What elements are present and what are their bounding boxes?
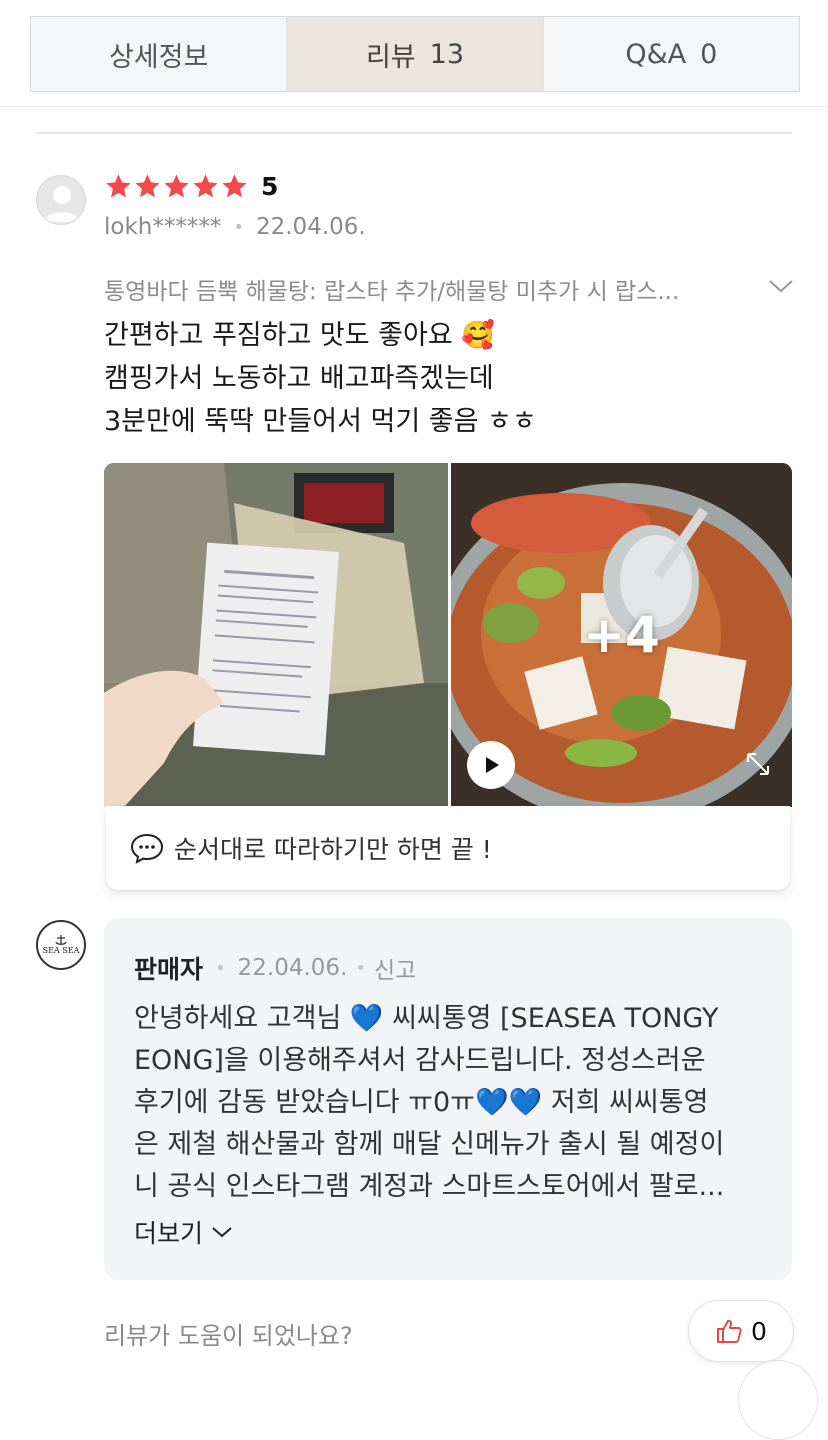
divider	[36, 132, 792, 134]
helpful-question: 리뷰가 도움이 되었나요?	[104, 1322, 353, 1350]
tab-qna[interactable]: Q&A 0	[543, 17, 799, 91]
tab-qna-label: Q&A	[625, 38, 687, 70]
caption-text: 순서대로 따라하기만 하면 끝 !	[174, 835, 492, 864]
tab-detail[interactable]: 상세정보	[31, 17, 288, 91]
star-icon	[222, 174, 247, 198]
seller-reply-line: 후기에 감동 받았습니다 ㅠ0ㅠ💙💙 저희 씨씨통영	[134, 1087, 709, 1118]
chevron-down-icon[interactable]	[768, 278, 794, 294]
thumbs-up-icon	[717, 1319, 742, 1343]
seller-name: 판매자	[134, 955, 204, 984]
review-photo[interactable]	[104, 463, 448, 807]
seller-reply-header: 판매자 • 22.04.06. • 신고	[134, 950, 416, 986]
review-photos: +4	[104, 463, 792, 807]
anchor-icon	[55, 935, 67, 945]
seller-reply-line: EONG]을 이용해주셔서 감사드립니다. 정성스러운	[134, 1045, 706, 1076]
speech-bubble-icon	[130, 833, 164, 864]
seller-logo: SEA SEA	[36, 920, 86, 970]
review-date: 22.04.06.	[255, 214, 366, 240]
tab-reviews-label: 리뷰	[365, 41, 416, 73]
star-icon	[164, 174, 189, 198]
review-line: 캠핑가서 노동하고 배고파즉겠는데	[104, 363, 494, 394]
star-icon	[106, 174, 131, 198]
star-icon	[193, 174, 218, 198]
star-icon	[135, 174, 160, 198]
like-button[interactable]: 0	[688, 1300, 794, 1362]
chevron-down-icon	[212, 1227, 232, 1238]
rating-value: 5	[261, 172, 279, 201]
photo-caption: 순서대로 따라하기만 하면 끝 !	[106, 806, 790, 890]
review-body: 간편하고 푸짐하고 맛도 좋아요 🥰 캠핑가서 노동하고 배고파즉겠는데 3분만…	[104, 314, 537, 443]
seller-reply-body: 안녕하세요 고객님 💙 씨씨통영 [SEASEA TONGY EONG]을 이용…	[134, 998, 764, 1208]
separator-dot: •	[355, 957, 366, 979]
review-line: 3분만에 뚝딱 만들어서 먹기 좋음 ㅎㅎ	[104, 406, 537, 437]
tab-reviews-count: 13	[429, 38, 465, 70]
reviewer-name: lokh******	[104, 214, 222, 240]
more-button[interactable]: 더보기	[134, 1214, 233, 1250]
separator-dot: •	[215, 957, 226, 979]
seller-reply: 판매자 • 22.04.06. • 신고 안녕하세요 고객님 💙 씨씨통영 [S…	[104, 918, 792, 1280]
divider	[0, 106, 828, 107]
report-link[interactable]: 신고	[374, 951, 416, 985]
photo-camping-instructions	[104, 463, 448, 807]
seller-reply-line: 니 공식 인스타그램 계정과 스마트스토어에서 팔로...	[134, 1171, 725, 1202]
tab-reviews[interactable]: 리뷰 13	[287, 17, 544, 91]
floating-button[interactable]	[738, 1360, 818, 1440]
review-tabs: 상세정보 리뷰 13 Q&A 0	[30, 16, 800, 92]
seller-reply-line: 안녕하세요 고객님 💙 씨씨통영 [SEASEA TONGY	[134, 1003, 719, 1034]
person-icon	[44, 186, 80, 222]
review-meta: lokh****** • 22.04.06.	[104, 214, 366, 240]
expand-icon[interactable]	[740, 746, 776, 782]
play-button[interactable]	[467, 741, 515, 789]
seller-reply-line: 은 제철 해산물과 함께 매달 신메뉴가 출시 될 예정이	[134, 1129, 725, 1160]
like-count: 0	[751, 1316, 767, 1346]
separator-dot: •	[233, 216, 244, 238]
tab-qna-count: 0	[700, 38, 718, 70]
review-photo-more[interactable]: +4	[451, 463, 792, 807]
play-icon	[486, 757, 499, 773]
tab-detail-label: 상세정보	[108, 41, 209, 73]
review-line: 간편하고 푸짐하고 맛도 좋아요 🥰	[104, 320, 495, 351]
user-avatar	[36, 175, 86, 225]
seller-logo-text: SEA SEA	[42, 946, 80, 955]
more-label: 더보기	[134, 1219, 204, 1248]
purchased-option[interactable]: 통영바다 듬뿍 해물탕: 랍스타 추가/해물탕 미추가 시 랍스...	[104, 272, 754, 306]
star-rating: 5	[104, 172, 278, 201]
seller-reply-date: 22.04.06.	[237, 955, 348, 981]
